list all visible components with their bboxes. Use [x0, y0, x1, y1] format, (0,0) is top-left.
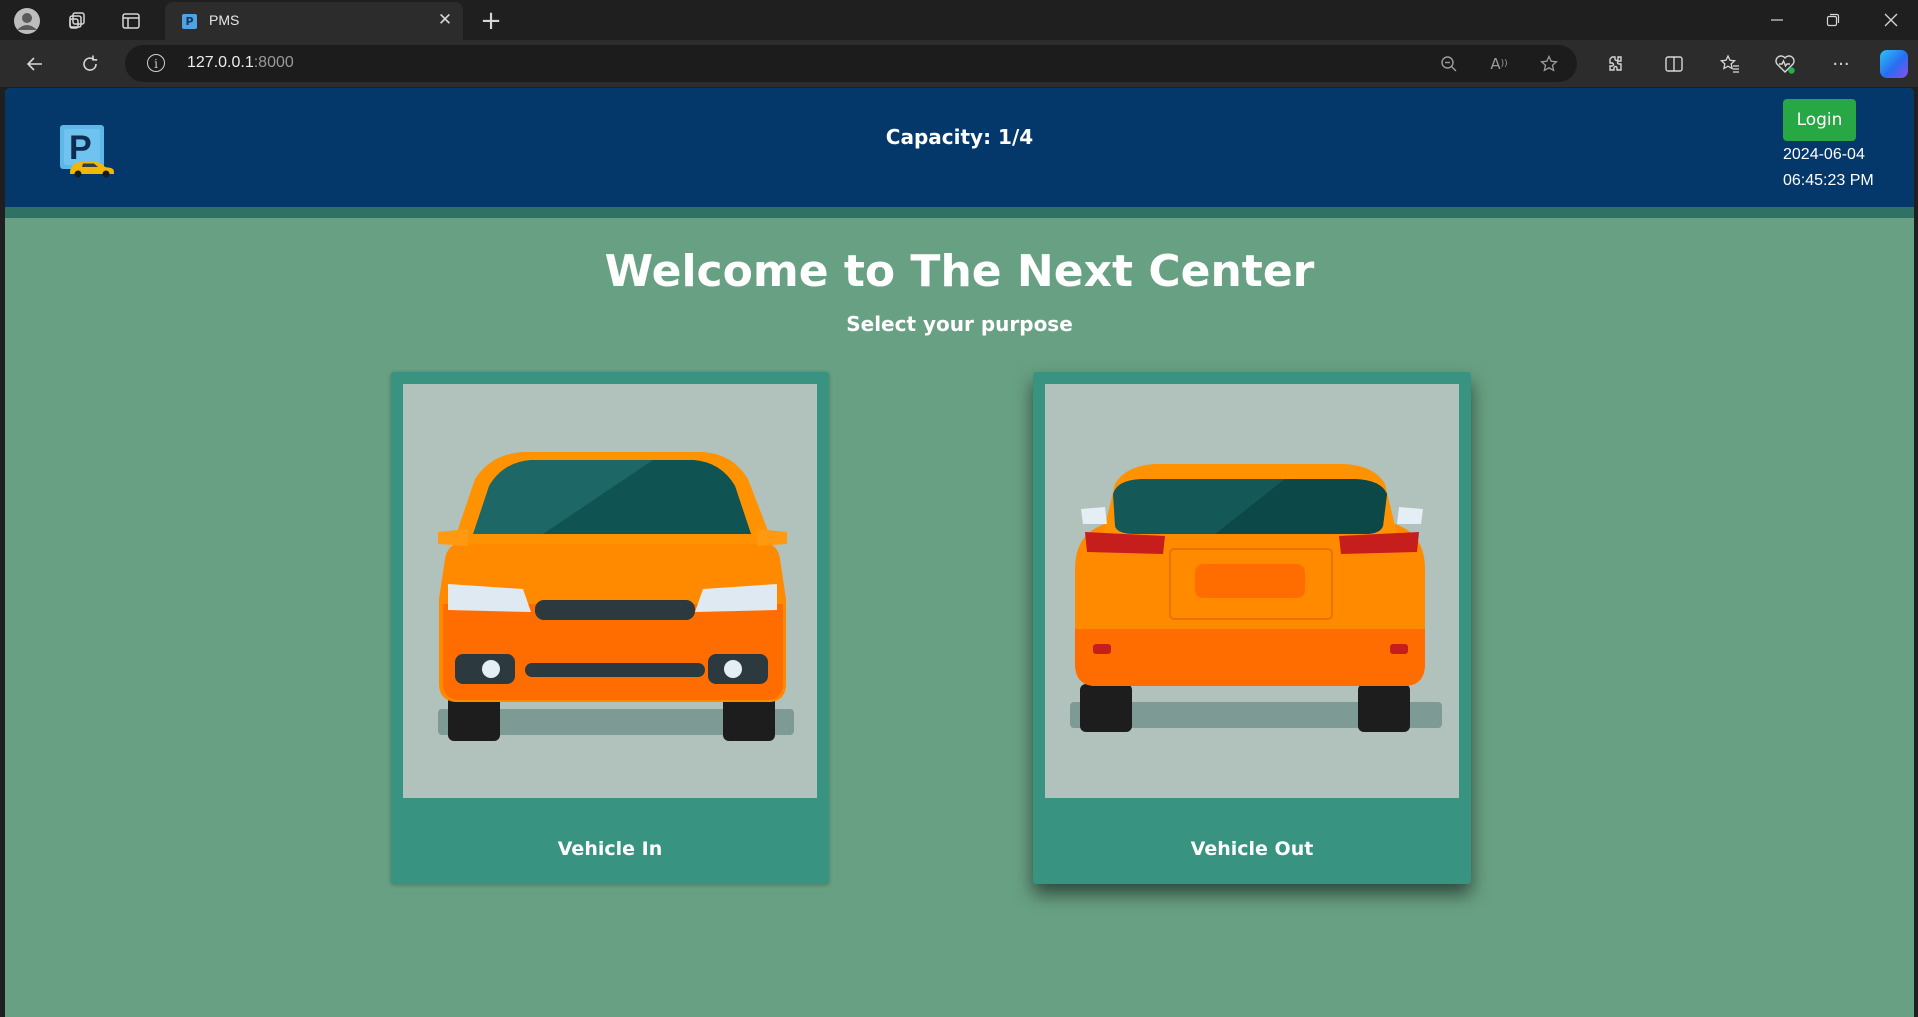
read-aloud-icon[interactable]: A)) [1486, 51, 1512, 77]
restore-window-icon[interactable] [1818, 6, 1848, 34]
new-tab-icon[interactable]: + [477, 6, 505, 36]
browser-tab-pms[interactable]: P PMS ✕ [165, 2, 463, 40]
car-front-image [403, 384, 817, 798]
capacity-indicator: Capacity: 1/4 [885, 125, 1034, 149]
split-screen-icon[interactable] [1659, 49, 1689, 79]
tab-title: PMS [209, 12, 240, 28]
workspaces-icon[interactable] [63, 7, 91, 35]
favorite-star-icon[interactable] [1536, 51, 1562, 77]
header-divider [5, 207, 1914, 218]
minimize-window-icon[interactable] [1762, 6, 1792, 34]
vehicle-out-label: Vehicle Out [1190, 838, 1314, 860]
url-text[interactable]: 127.0.0.1:8000 [187, 54, 294, 72]
profile-avatar-icon[interactable] [13, 7, 41, 35]
vertical-tabs-icon[interactable] [117, 7, 145, 35]
current-time: 06:45:23 PM [1783, 172, 1874, 189]
site-header: P Capacity: 1/4 Login 2024-06-04 06:45:2… [5, 88, 1914, 207]
vehicle-out-card[interactable]: Vehicle Out [1033, 372, 1471, 884]
more-options-icon[interactable]: ··· [1826, 49, 1856, 79]
page-viewport: P Capacity: 1/4 Login 2024-06-04 06:45:2… [5, 88, 1914, 1017]
back-icon[interactable] [20, 49, 50, 79]
vehicle-in-label: Vehicle In [557, 838, 663, 860]
refresh-icon[interactable] [75, 49, 105, 79]
pms-favicon-icon: P [182, 14, 197, 29]
browser-tab-bar: P PMS ✕ + [0, 0, 1918, 40]
copilot-icon[interactable] [1880, 50, 1908, 78]
close-window-icon[interactable] [1876, 6, 1906, 34]
zoom-out-icon[interactable] [1436, 51, 1462, 77]
address-bar[interactable]: i 127.0.0.1:8000 A)) [125, 45, 1577, 82]
login-button[interactable]: Login [1783, 99, 1856, 141]
page-subtitle: Select your purpose [846, 312, 1073, 336]
site-info-icon[interactable]: i [147, 54, 165, 72]
browser-essentials-icon[interactable] [1770, 49, 1800, 79]
browser-toolbar: i 127.0.0.1:8000 A)) ··· [0, 40, 1918, 87]
car-rear-image [1045, 384, 1459, 798]
page-title: Welcome to The Next Center [604, 246, 1315, 297]
extensions-icon[interactable] [1600, 49, 1630, 79]
favorites-icon[interactable] [1715, 49, 1745, 79]
close-tab-icon[interactable]: ✕ [433, 8, 457, 32]
current-date: 2024-06-04 [1783, 146, 1865, 163]
vehicle-in-card[interactable]: Vehicle In [391, 372, 829, 884]
